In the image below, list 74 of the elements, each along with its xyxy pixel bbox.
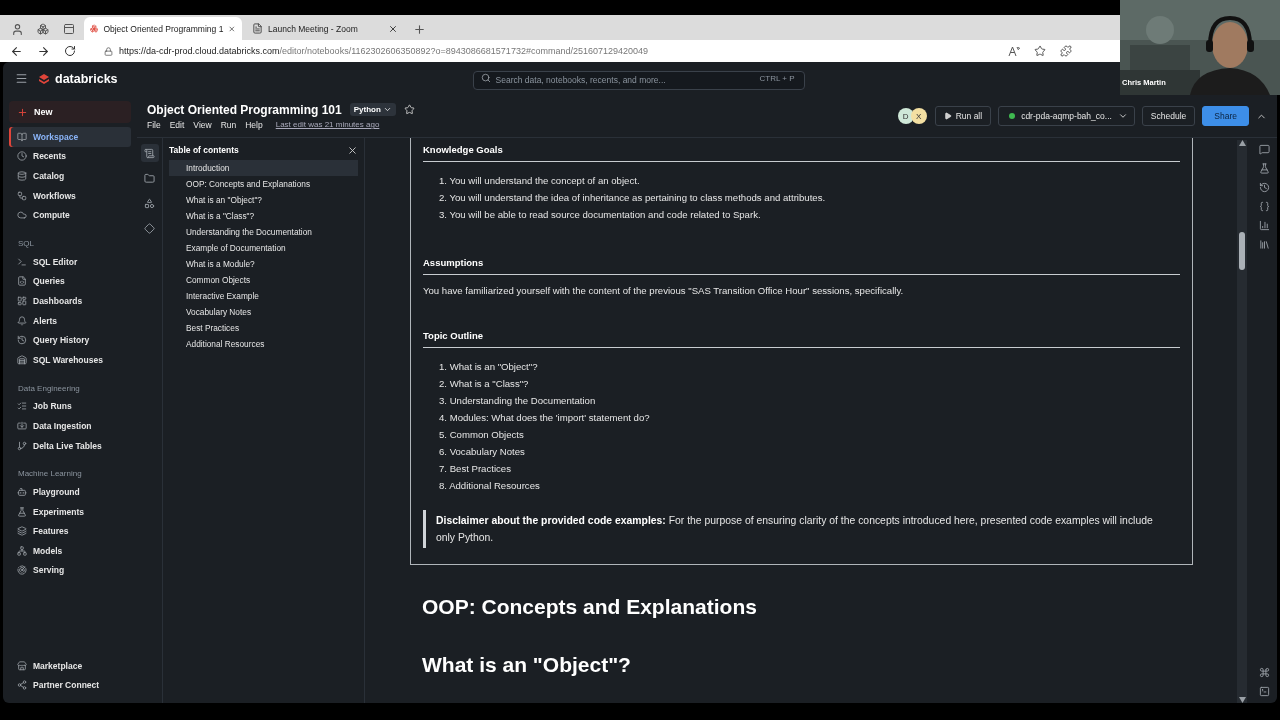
toc-item[interactable]: OOP: Concepts and Explanations (169, 176, 358, 192)
shortcut-hint: CTRL + P (759, 74, 795, 83)
section-heading: Knowledge Goals (423, 138, 1180, 162)
share-button[interactable]: Share (1202, 106, 1249, 126)
brand-name: databricks (55, 71, 118, 86)
sidebar-item[interactable]: SQL Editor (9, 251, 131, 272)
list-item: 3. Understanding the Documentation (439, 394, 597, 408)
toc-item[interactable]: Best Practices (169, 320, 358, 336)
sidebar-item[interactable]: Job Runs (9, 396, 131, 417)
list-item: 3. You will be able to read source documentation and code related to Spark. (439, 208, 762, 222)
schedule-button[interactable]: Schedule (1141, 106, 1196, 126)
menu-item[interactable]: File (147, 119, 161, 130)
list-item: 8. Additional Resources (439, 479, 541, 493)
last-edit-link[interactable]: Last edit was 21 minutes ago (275, 120, 380, 129)
user-avatar: D (897, 108, 914, 124)
toc-item[interactable]: What is a "Class"? (169, 208, 358, 224)
list-item: 2. You will understand the idea of inheritance as pertaining to class methods and attributes. (439, 191, 827, 205)
sidebar-item[interactable]: Compute (9, 205, 131, 225)
list-item: 2. What is a "Class"? (439, 377, 530, 391)
section-heading: Assumptions (423, 251, 1180, 275)
sidebar-item[interactable]: Data Ingestion (9, 416, 131, 436)
sidebar-item[interactable]: Experiments (9, 501, 131, 522)
browser-tab[interactable]: Launch Meeting - Zoom (246, 17, 404, 40)
sidebar-item[interactable]: Workspace (9, 127, 131, 147)
toc-item[interactable]: Vocabulary Notes (169, 304, 358, 320)
heading: OOP: Concepts and Explanations (422, 595, 758, 619)
sidebar-item[interactable]: SQL Warehouses (9, 349, 131, 370)
paragraph: You have familiarized yourself with the content of the previous "SAS Transition Office Hour" sessions, specifically. (423, 285, 905, 296)
toc-item[interactable]: Common Objects (169, 272, 358, 288)
sidebar-item[interactable]: Marketplace (9, 655, 131, 676)
sidebar-item[interactable]: Query History (9, 330, 131, 350)
menu-item[interactable]: Help (245, 119, 263, 130)
sidebar-item[interactable]: Catalog (9, 166, 131, 186)
list-item: 6. Vocabulary Notes (439, 445, 526, 459)
sidebar-item[interactable]: Serving (9, 560, 131, 581)
list-item: 1. What is an "Object"? (439, 360, 539, 374)
sidebar-item[interactable]: Dashboards (9, 291, 131, 311)
disclaimer-note: Disclaimer about the provided code examples: For the purpose of ensuring clarity of the concepts introduced here, presented code examples will include only Python. (423, 510, 1180, 548)
menu-item[interactable]: Edit (169, 119, 185, 130)
language-dropdown[interactable]: Python (349, 103, 396, 116)
list-item: 7. Best Practices (439, 462, 512, 476)
browser-tab[interactable]: Object Oriented Programming 1 (84, 17, 242, 40)
sidebar-item[interactable]: Playground (9, 482, 131, 502)
toc-item[interactable]: Example of Documentation (169, 240, 358, 256)
menu-item[interactable]: View (193, 119, 212, 130)
toc-item[interactable]: Understanding the Documentation (169, 224, 358, 240)
section-title: Data Engineering (17, 382, 81, 395)
user-avatar: X (910, 108, 927, 124)
section-heading: Topic Outline (423, 324, 1180, 348)
toc-item[interactable]: What is a Module? (169, 256, 358, 272)
sidebar-item[interactable]: Workflows (9, 185, 131, 206)
sidebar-item[interactable]: Models (9, 541, 131, 561)
list-item: 4. Modules: What does the 'import' statement do? (439, 411, 651, 425)
toc-item[interactable]: What is an "Object"? (169, 192, 358, 208)
sidebar-item[interactable]: Delta Live Tables (9, 435, 131, 456)
sidebar-item[interactable]: Alerts (9, 310, 131, 331)
new-button[interactable]: New (9, 101, 131, 123)
toc-item[interactable]: Additional Resources (169, 336, 358, 352)
toc-item[interactable]: Interactive Example (169, 288, 358, 304)
section-title: SQL (17, 237, 35, 250)
section-title: Machine Learning (17, 468, 83, 481)
menu-item[interactable]: Run (220, 119, 237, 130)
cluster-dropdown[interactable]: cdr-pda-aqmp-bah_co... (998, 106, 1135, 126)
run-all-button[interactable]: Run all (934, 106, 992, 126)
notebook-title: Object Oriented Programming 101 (147, 102, 342, 117)
list-item: 5. Common Objects (439, 428, 525, 442)
heading: What is an "Object"? (422, 653, 632, 677)
sidebar-item[interactable]: Recents (9, 146, 131, 167)
sidebar-item[interactable]: Partner Connect (9, 675, 131, 695)
panel-title: Table of contents (169, 145, 239, 155)
list-item: 1. You will understand the concept of an object. (439, 174, 641, 188)
toc-item[interactable]: Introduction (169, 160, 358, 176)
sidebar-item[interactable]: Queries (9, 271, 131, 292)
sidebar-item[interactable]: Features (9, 521, 131, 542)
